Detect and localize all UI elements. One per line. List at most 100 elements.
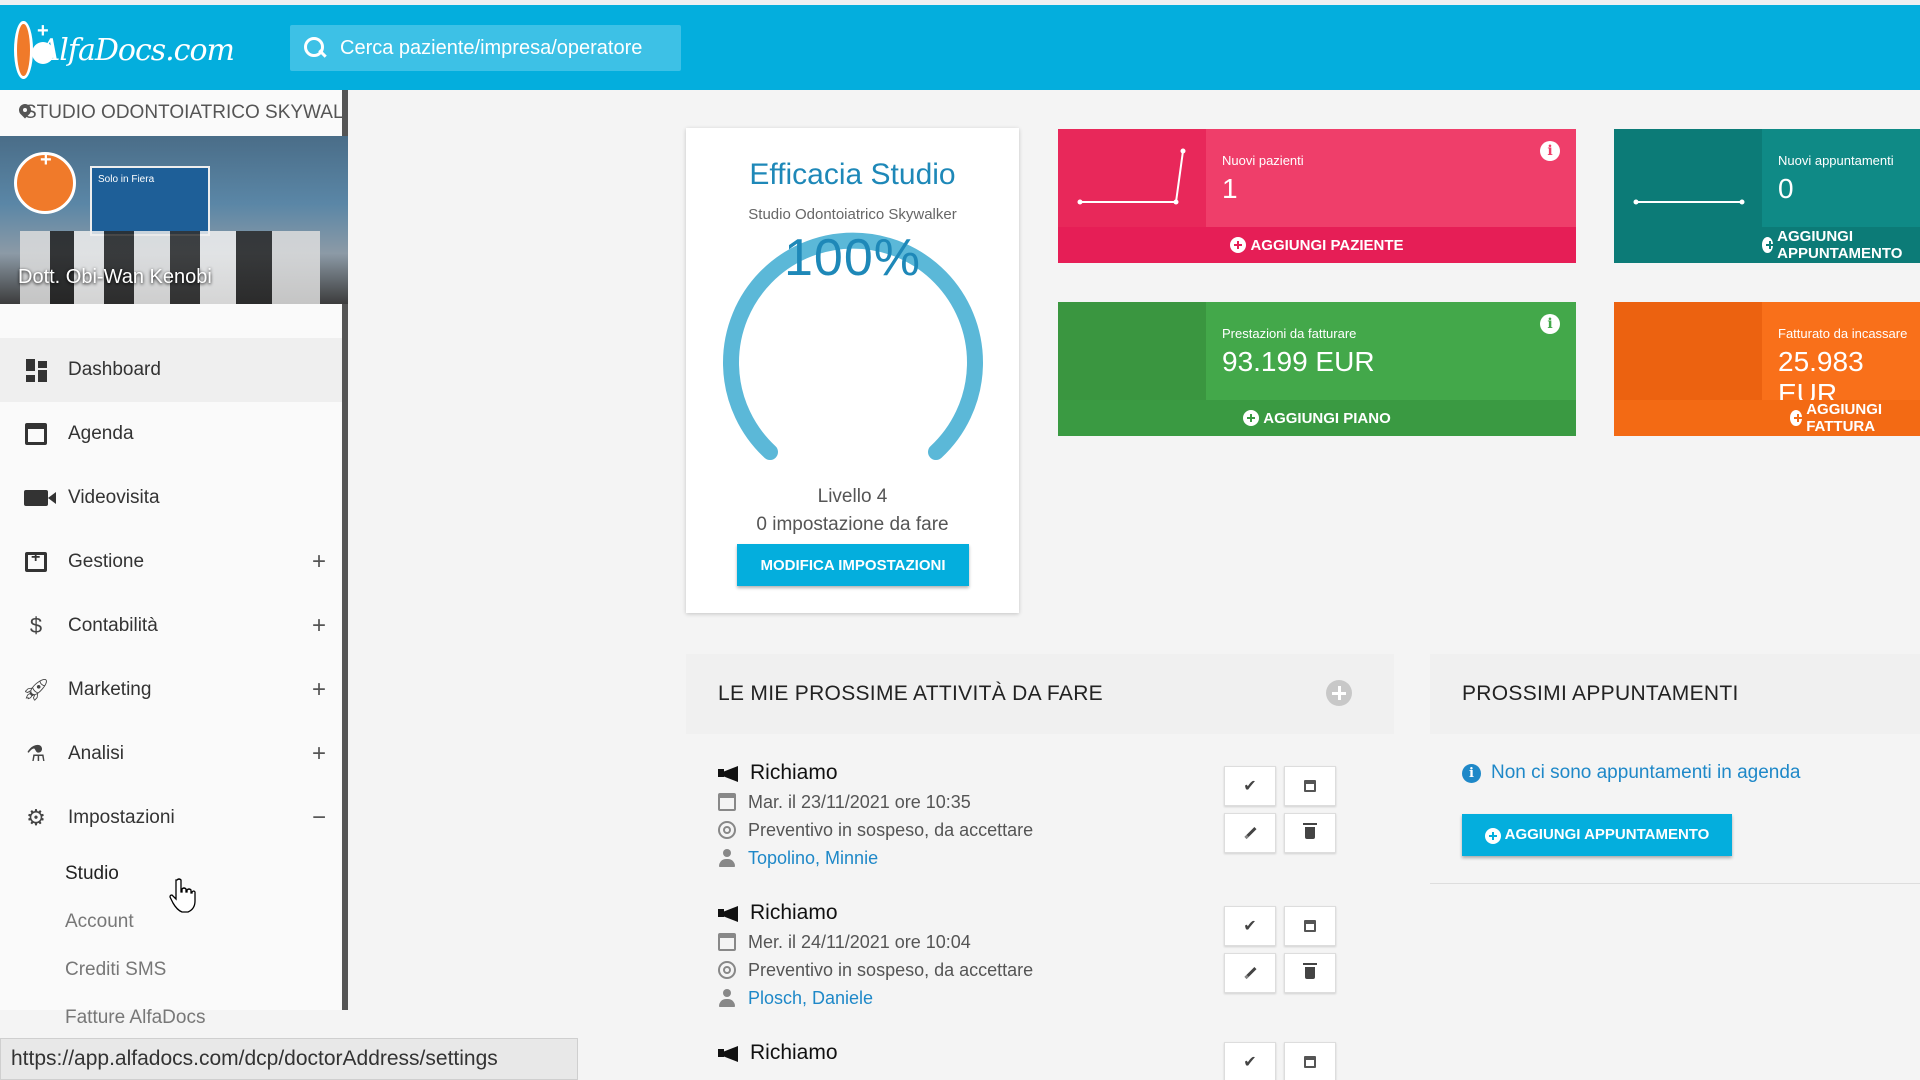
patient-link[interactable]: Topolino, Minnie (748, 848, 878, 869)
expand-icon[interactable]: + (312, 612, 326, 640)
lion-avatar-icon (14, 149, 76, 214)
info-icon[interactable]: i (1540, 141, 1560, 161)
edit-task-button[interactable] (1224, 953, 1276, 993)
sparkline-area (1614, 302, 1762, 400)
studio-selector[interactable]: STUDIO ODONTOIATRICO SKYWALKER (18, 102, 348, 124)
expand-icon[interactable]: + (312, 548, 326, 576)
efficacia-card: Efficacia Studio Studio Odontoiatrico Sk… (686, 128, 1019, 613)
submenu-item-crediti-sms[interactable]: Crediti SMS (0, 946, 342, 994)
doctor-profile-photo[interactable]: Solo in Fiera Dott. Obi-Wan Kenobi (0, 136, 348, 304)
stat-action-label: AGGIUNGI FATTURA (1806, 401, 1883, 435)
stat-card-fatturato: Fatturato da incassare 25.983 EUR AGGIUN… (1614, 302, 1920, 436)
sidebar-item-label: Gestione (68, 551, 145, 572)
expand-icon[interactable]: + (312, 740, 326, 768)
calendar-icon (718, 793, 736, 811)
task-item: Richiamo Mer. il 24/11/2021 ore 10:04 Pr… (718, 898, 1358, 1038)
aggiungi-piano-button[interactable]: AGGIUNGI PIANO (1058, 400, 1576, 436)
check-icon: ✔︎ (1243, 918, 1257, 935)
sidebar-item-contabilita[interactable]: $ Contabilità + (0, 594, 342, 658)
delete-task-button[interactable] (1284, 813, 1336, 853)
flask-icon: ⚗︎ (26, 741, 46, 766)
sidebar: STUDIO ODONTOIATRICO SKYWALKER Solo in F… (0, 90, 348, 1028)
check-icon: ✔︎ (1243, 1054, 1257, 1071)
stat-action-label: AGGIUNGI PIANO (1263, 409, 1391, 427)
complete-task-button[interactable]: ✔︎ (1224, 1042, 1276, 1080)
complete-task-button[interactable]: ✔︎ (1224, 906, 1276, 946)
schedule-task-button[interactable] (1284, 1042, 1336, 1080)
sparkline-area (1614, 129, 1762, 227)
plus-circle-icon (1762, 237, 1775, 253)
sparkline-area (1058, 302, 1206, 400)
aggiungi-paziente-button[interactable]: AGGIUNGI PAZIENTE (1058, 227, 1576, 263)
sparkline-area (1058, 129, 1206, 227)
check-icon: ✔︎ (1243, 778, 1257, 795)
sparkline-chart (1633, 199, 1745, 205)
info-icon[interactable]: i (1540, 314, 1560, 334)
megaphone-icon (718, 1043, 742, 1063)
sidebar-item-label: Analisi (68, 743, 124, 764)
sidebar-item-label: Impostazioni (68, 807, 175, 828)
plus-circle-icon (1790, 410, 1803, 426)
aggiungi-appuntamento-button[interactable]: AGGIUNGI APPUNTAMENTO (1462, 814, 1732, 856)
studio-name: STUDIO ODONTOIATRICO SKYWALKER (24, 102, 348, 123)
plus-circle-icon (1243, 410, 1260, 426)
logo[interactable]: AlfaDocs.com (14, 19, 235, 81)
calendar-icon (718, 933, 736, 951)
appointments-empty-note: i Non ci sono appuntamenti in agenda (1462, 762, 1801, 784)
trash-icon (1303, 823, 1317, 839)
sidebar-item-label: Videovisita (68, 487, 160, 508)
schedule-task-button[interactable] (1284, 766, 1336, 806)
calendar-icon (24, 422, 48, 446)
plus-circle-icon (1484, 827, 1501, 844)
aggiungi-appuntamento-card-button[interactable]: AGGIUNGI APPUNTAMENTO (1614, 227, 1920, 263)
aggiungi-fattura-button[interactable]: AGGIUNGI FATTURA (1614, 400, 1920, 436)
patient-link[interactable]: Plosch, Daniele (748, 988, 873, 1009)
sidebar-item-label: Agenda (68, 423, 134, 444)
sidebar-item-label: Dashboard (68, 359, 161, 380)
sidebar-menu: Dashboard Agenda Videovisita Gestione + … (0, 338, 342, 1042)
user-icon (718, 849, 736, 867)
expand-icon[interactable]: + (312, 676, 326, 704)
photo-banner: Solo in Fiera (90, 166, 210, 236)
collapse-icon[interactable]: − (312, 804, 326, 832)
search-box[interactable] (290, 25, 681, 71)
megaphone-icon (718, 763, 742, 783)
sidebar-item-analisi[interactable]: ⚗︎ Analisi + (0, 722, 342, 786)
sidebar-item-label: Contabilità (68, 615, 158, 636)
stat-card-nuovi-pazienti: Nuovi pazienti 1 i AGGIUNGI PAZIENTE (1058, 129, 1576, 263)
calendar-icon (1304, 780, 1316, 792)
search-input[interactable] (340, 36, 670, 60)
complete-task-button[interactable]: ✔︎ (1224, 766, 1276, 806)
efficacia-title: Efficacia Studio (749, 158, 956, 191)
sidebar-item-impostazioni[interactable]: ⚙︎ Impostazioni − (0, 786, 342, 850)
add-task-icon[interactable] (1326, 680, 1352, 706)
efficacia-percent: 100% (784, 229, 921, 287)
sidebar-item-gestione[interactable]: Gestione + (0, 530, 342, 594)
stat-action-label: AGGIUNGI APPUNTAMENTO (1777, 228, 1903, 262)
appointments-panel: i Non ci sono appuntamenti in agenda AGG… (1430, 734, 1920, 884)
appointments-empty-text: Non ci sono appuntamenti in agenda (1491, 762, 1801, 783)
delete-task-button[interactable] (1284, 953, 1336, 993)
stat-label: Fatturato da incassare (1778, 326, 1908, 341)
target-icon (718, 961, 736, 979)
dashboard-icon (24, 358, 48, 382)
dollar-icon: $ (29, 613, 43, 638)
submenu-item-fatture[interactable]: Fatture AlfaDocs (0, 994, 342, 1042)
top-bar: AlfaDocs.com (0, 0, 1920, 90)
search-icon (304, 37, 326, 59)
stat-value: 0 (1778, 173, 1794, 204)
lion-logo-icon (14, 20, 54, 79)
sidebar-item-agenda[interactable]: Agenda (0, 402, 342, 466)
trash-icon (1303, 963, 1317, 979)
rocket-icon: 🚀︎ (22, 677, 50, 702)
stat-value: 1 (1222, 173, 1238, 204)
sidebar-item-dashboard[interactable]: Dashboard (0, 338, 342, 402)
edit-task-button[interactable] (1224, 813, 1276, 853)
sidebar-item-marketing[interactable]: 🚀︎ Marketing + (0, 658, 342, 722)
schedule-task-button[interactable] (1284, 906, 1336, 946)
plus-circle-icon (1230, 237, 1247, 253)
tasks-panel-title: LE MIE PROSSIME ATTIVITÀ DA FARE (718, 682, 1103, 705)
gears-icon: ⚙︎ (26, 805, 46, 830)
sidebar-item-videovisita[interactable]: Videovisita (0, 466, 342, 530)
modifica-impostazioni-button[interactable]: MODIFICA IMPOSTAZIONI (737, 544, 969, 586)
